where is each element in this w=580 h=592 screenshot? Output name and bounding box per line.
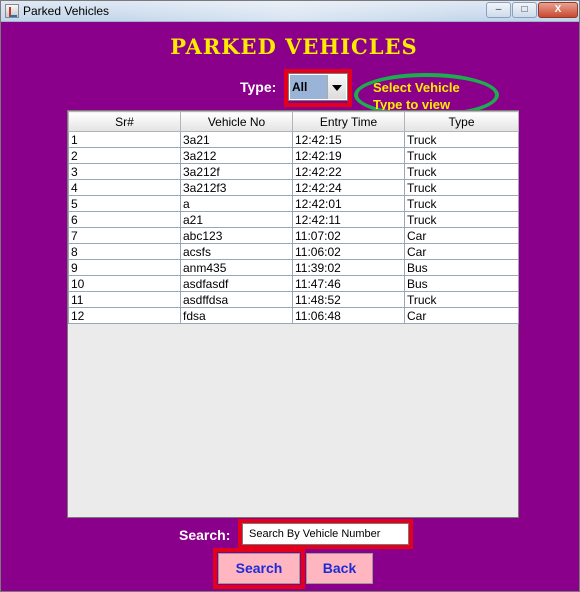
cell-type: Truck (404, 291, 519, 308)
cell-sr: 2 (68, 147, 181, 164)
search-button[interactable]: Search (218, 553, 300, 584)
cell-entry-time: 12:42:22 (292, 163, 405, 180)
cell-vehicle-no: 3a21 (180, 131, 293, 148)
vehicle-type-select[interactable]: All (288, 73, 348, 101)
table-header-row: Sr# Vehicle No Entry Time Type (68, 111, 519, 132)
maximize-button[interactable]: □ (512, 2, 537, 18)
cell-vehicle-no: acsfs (180, 243, 293, 260)
table-row[interactable]: 7 abc123 11:07:02 Car (68, 227, 519, 244)
cell-type: Bus (404, 259, 519, 276)
table-row[interactable]: 2 3a212 12:42:19 Truck (68, 147, 519, 164)
back-button[interactable]: Back (306, 553, 373, 584)
cell-type: Car (404, 307, 519, 324)
cell-type: Truck (404, 131, 519, 148)
cell-type: Truck (404, 163, 519, 180)
table-row[interactable]: 12 fdsa 11:06:48 Car (68, 307, 519, 324)
search-label: Search: (179, 527, 231, 543)
cell-sr: 6 (68, 211, 181, 228)
cell-vehicle-no: asdfasdf (180, 275, 293, 292)
cell-vehicle-no: 3a212 (180, 147, 293, 164)
column-header-type[interactable]: Type (404, 111, 519, 132)
cell-sr: 12 (68, 307, 181, 324)
type-hint-line1: Select Vehicle (373, 80, 460, 95)
search-input[interactable] (242, 523, 409, 545)
cell-entry-time: 11:48:52 (292, 291, 405, 308)
cell-vehicle-no: fdsa (180, 307, 293, 324)
cell-type: Car (404, 227, 519, 244)
window-title: Parked Vehicles (23, 4, 110, 18)
table-row[interactable]: 11 asdffdsa 11:48:52 Truck (68, 291, 519, 308)
cell-sr: 4 (68, 179, 181, 196)
cell-sr: 8 (68, 243, 181, 260)
cell-vehicle-no: abc123 (180, 227, 293, 244)
table-row[interactable]: 9 anm435 11:39:02 Bus (68, 259, 519, 276)
cell-type: Car (404, 243, 519, 260)
cell-entry-time: 12:42:19 (292, 147, 405, 164)
cell-vehicle-no: asdffdsa (180, 291, 293, 308)
cell-vehicle-no: 3a212f3 (180, 179, 293, 196)
column-header-vehicle-no[interactable]: Vehicle No (180, 111, 293, 132)
title-bar: Parked Vehicles – □ X (1, 1, 579, 22)
column-header-sr[interactable]: Sr# (68, 111, 181, 132)
cell-sr: 1 (68, 131, 181, 148)
java-app-icon (5, 4, 19, 18)
cell-sr: 7 (68, 227, 181, 244)
chevron-down-icon[interactable] (327, 75, 346, 99)
cell-type: Truck (404, 211, 519, 228)
table-row[interactable]: 1 3a21 12:42:15 Truck (68, 131, 519, 148)
close-button[interactable]: X (538, 2, 578, 18)
cell-type: Bus (404, 275, 519, 292)
cell-sr: 11 (68, 291, 181, 308)
cell-sr: 9 (68, 259, 181, 276)
table-row[interactable]: 5 a 12:42:01 Truck (68, 195, 519, 212)
cell-type: Truck (404, 147, 519, 164)
type-hint: Select Vehicle Type to view (373, 79, 483, 113)
table-row[interactable]: 8 acsfs 11:06:02 Car (68, 243, 519, 260)
table-row[interactable]: 6 a21 12:42:11 Truck (68, 211, 519, 228)
cell-sr: 5 (68, 195, 181, 212)
table-row[interactable]: 4 3a212f3 12:42:24 Truck (68, 179, 519, 196)
cell-sr: 10 (68, 275, 181, 292)
table-row[interactable]: 3 3a212f 12:42:22 Truck (68, 163, 519, 180)
cell-entry-time: 11:47:46 (292, 275, 405, 292)
parked-vehicles-table[interactable]: Sr# Vehicle No Entry Time Type 1 3a21 12… (67, 110, 519, 518)
cell-entry-time: 11:39:02 (292, 259, 405, 276)
parked-vehicles-window: Parked Vehicles – □ X PARKED VEHICLES Ty… (0, 0, 580, 592)
title-bar-glass (111, 1, 471, 21)
cell-entry-time: 11:06:02 (292, 243, 405, 260)
cell-vehicle-no: anm435 (180, 259, 293, 276)
column-header-entry-time[interactable]: Entry Time (292, 111, 405, 132)
table-row[interactable]: 10 asdfasdf 11:47:46 Bus (68, 275, 519, 292)
cell-type: Truck (404, 179, 519, 196)
type-select-value: All (290, 75, 328, 99)
cell-entry-time: 11:07:02 (292, 227, 405, 244)
cell-vehicle-no: 3a212f (180, 163, 293, 180)
cell-entry-time: 11:06:48 (292, 307, 405, 324)
minimize-button[interactable]: – (486, 2, 511, 18)
cell-entry-time: 12:42:24 (292, 179, 405, 196)
cell-entry-time: 12:42:15 (292, 131, 405, 148)
cell-vehicle-no: a (180, 195, 293, 212)
cell-vehicle-no: a21 (180, 211, 293, 228)
cell-type: Truck (404, 195, 519, 212)
cell-entry-time: 12:42:11 (292, 211, 405, 228)
type-label: Type: (240, 79, 277, 95)
page-title: PARKED VEHICLES (170, 34, 418, 59)
cell-sr: 3 (68, 163, 181, 180)
cell-entry-time: 12:42:01 (292, 195, 405, 212)
